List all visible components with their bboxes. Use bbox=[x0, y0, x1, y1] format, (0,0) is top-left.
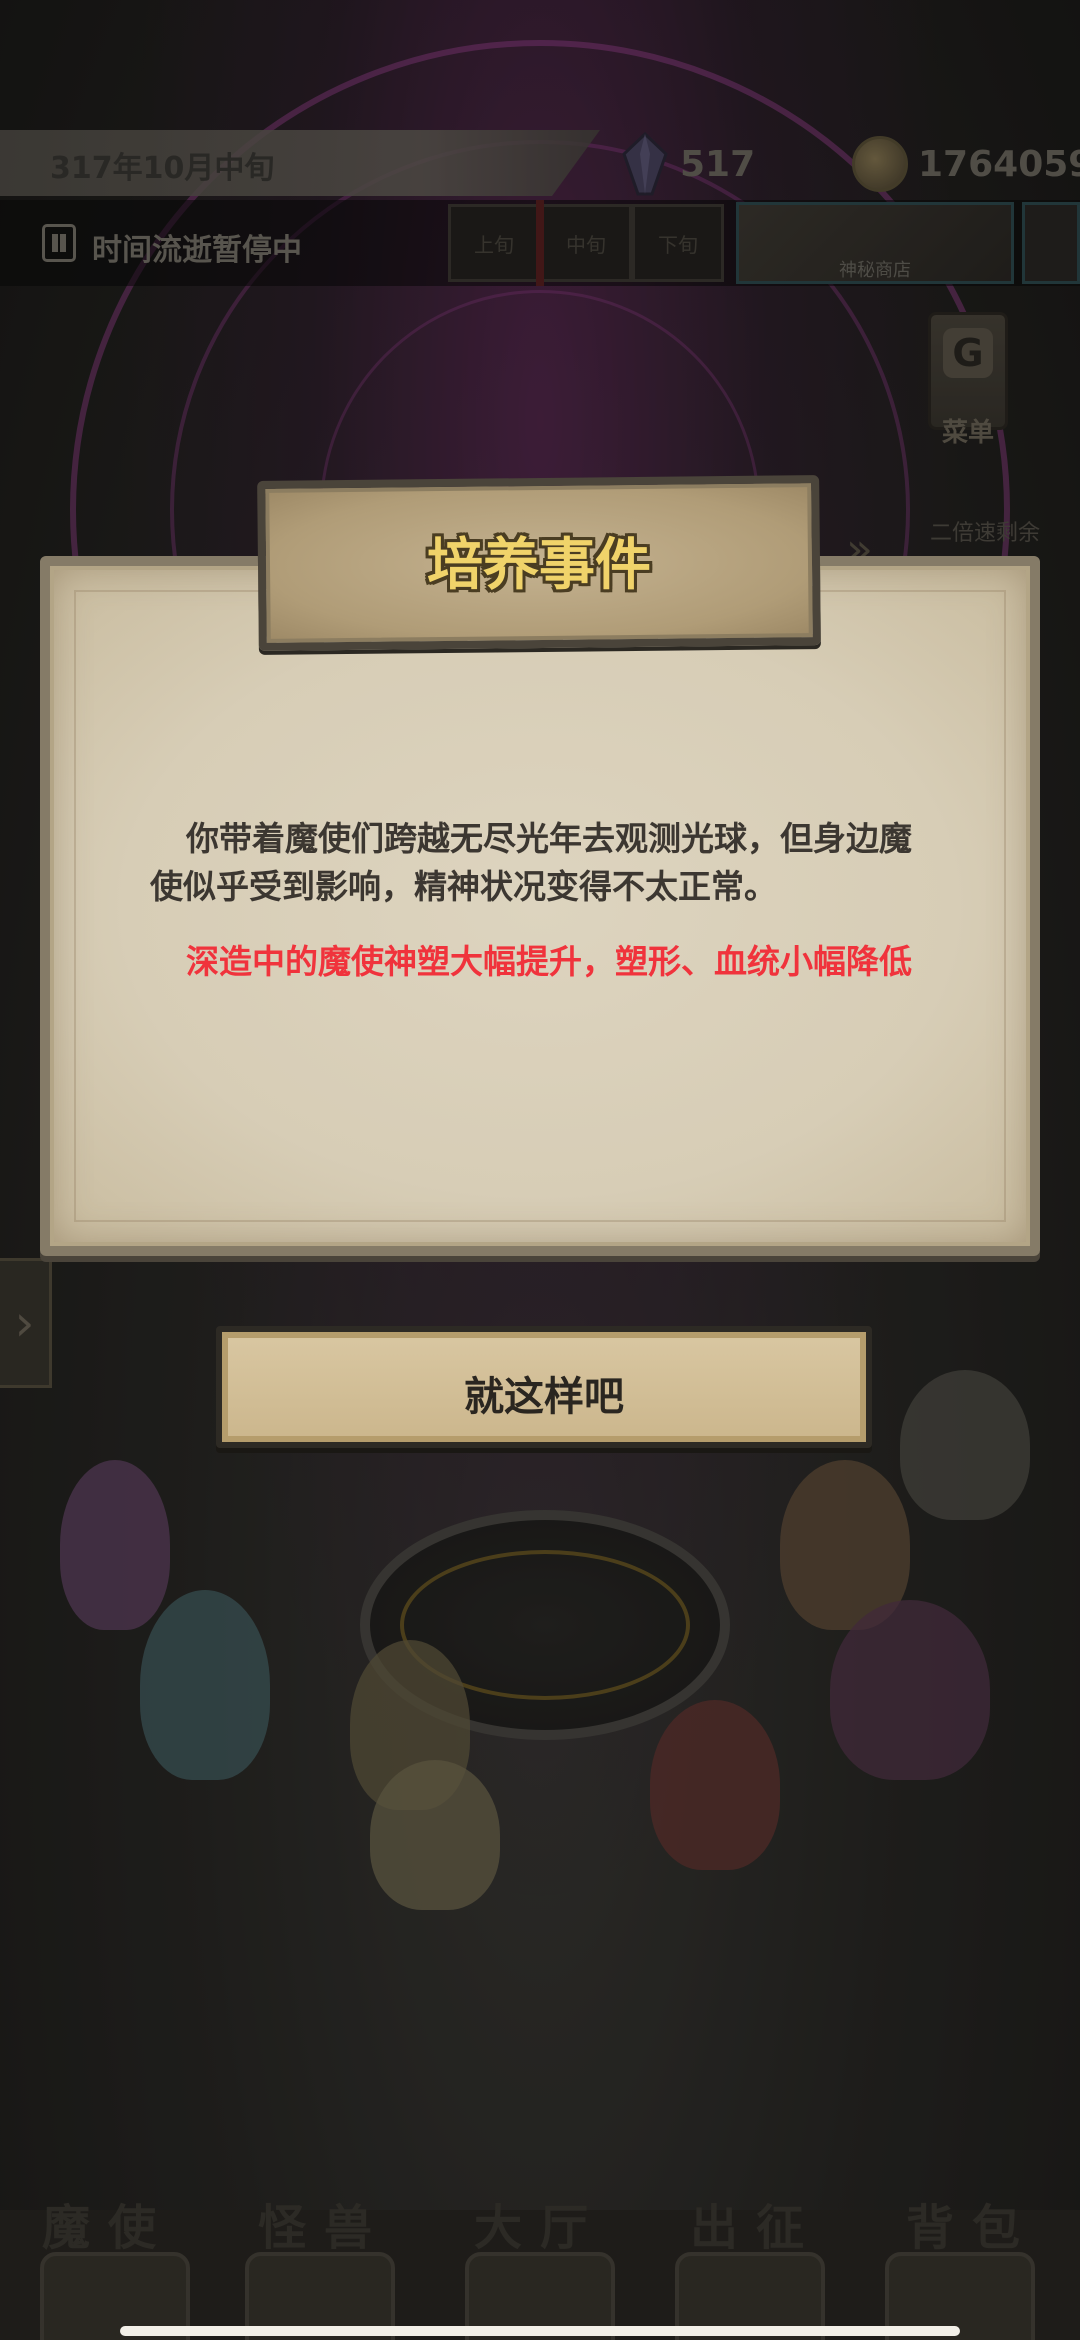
confirm-button-label: 就这样吧 bbox=[464, 1374, 624, 1420]
event-effect: 深造中的魔使神塑大幅提升，塑形、血统小幅降低 bbox=[186, 942, 912, 981]
event-title: 培养事件 bbox=[427, 533, 651, 598]
home-indicator[interactable] bbox=[120, 2326, 960, 2336]
event-description: 你带着魔使们跨越无尽光年去观测光球，但身边魔使似乎受到影响，精神状况变得不太正常… bbox=[150, 819, 912, 906]
